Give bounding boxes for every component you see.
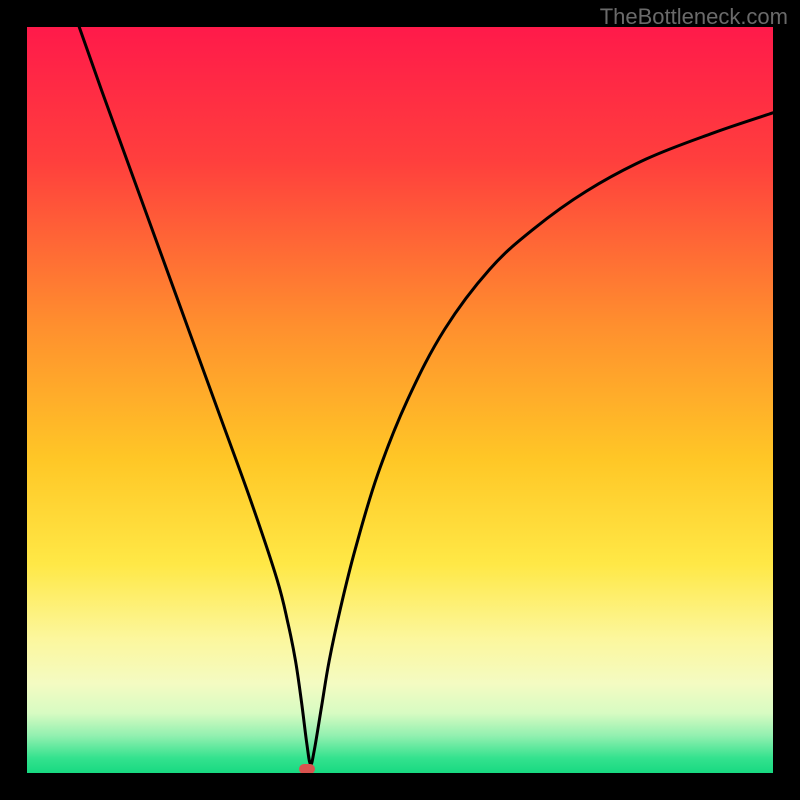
curve-layer (27, 27, 773, 773)
attribution-text: TheBottleneck.com (600, 4, 788, 30)
bottleneck-curve (79, 27, 773, 764)
optimal-marker (299, 764, 315, 773)
plot-area (27, 27, 773, 773)
